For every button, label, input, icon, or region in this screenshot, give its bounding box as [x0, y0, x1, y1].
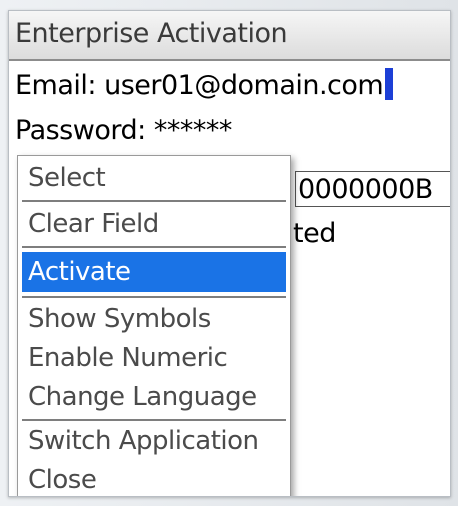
email-field[interactable]: Email: user01@domain.com	[15, 68, 394, 101]
text-cursor	[385, 68, 394, 100]
device-frame: Enterprise Activation Email: user01@doma…	[0, 0, 458, 506]
screen-title: Enterprise Activation	[15, 18, 288, 49]
menu-item-change-language[interactable]: Change Language	[22, 377, 286, 417]
menu-item-select[interactable]: Select	[22, 158, 286, 198]
menu-item-enable-numeric[interactable]: Enable Numeric	[22, 338, 286, 378]
menu-item-clear-field[interactable]: Clear Field	[22, 204, 286, 244]
context-menu[interactable]: Select Clear Field Activate Show Symbols…	[17, 155, 291, 496]
menu-separator	[22, 200, 286, 202]
password-label: Password:	[15, 115, 146, 146]
activation-pin-field: 0000000B	[295, 171, 450, 207]
menu-separator	[22, 246, 286, 248]
password-value[interactable]: ******	[154, 115, 233, 146]
menu-item-show-symbols[interactable]: Show Symbols	[22, 299, 286, 339]
title-bar: Enterprise Activation	[9, 11, 450, 61]
password-field[interactable]: Password: ******	[15, 115, 232, 146]
email-label: Email:	[15, 70, 97, 101]
status-text: ted	[293, 218, 336, 249]
device-screen: Enterprise Activation Email: user01@doma…	[8, 10, 451, 497]
menu-item-switch-application[interactable]: Switch Application	[22, 421, 286, 461]
menu-item-close[interactable]: Close	[22, 460, 286, 496]
email-value[interactable]: user01@domain.com	[104, 70, 384, 101]
menu-item-activate[interactable]: Activate	[22, 252, 286, 292]
menu-separator	[22, 296, 286, 298]
